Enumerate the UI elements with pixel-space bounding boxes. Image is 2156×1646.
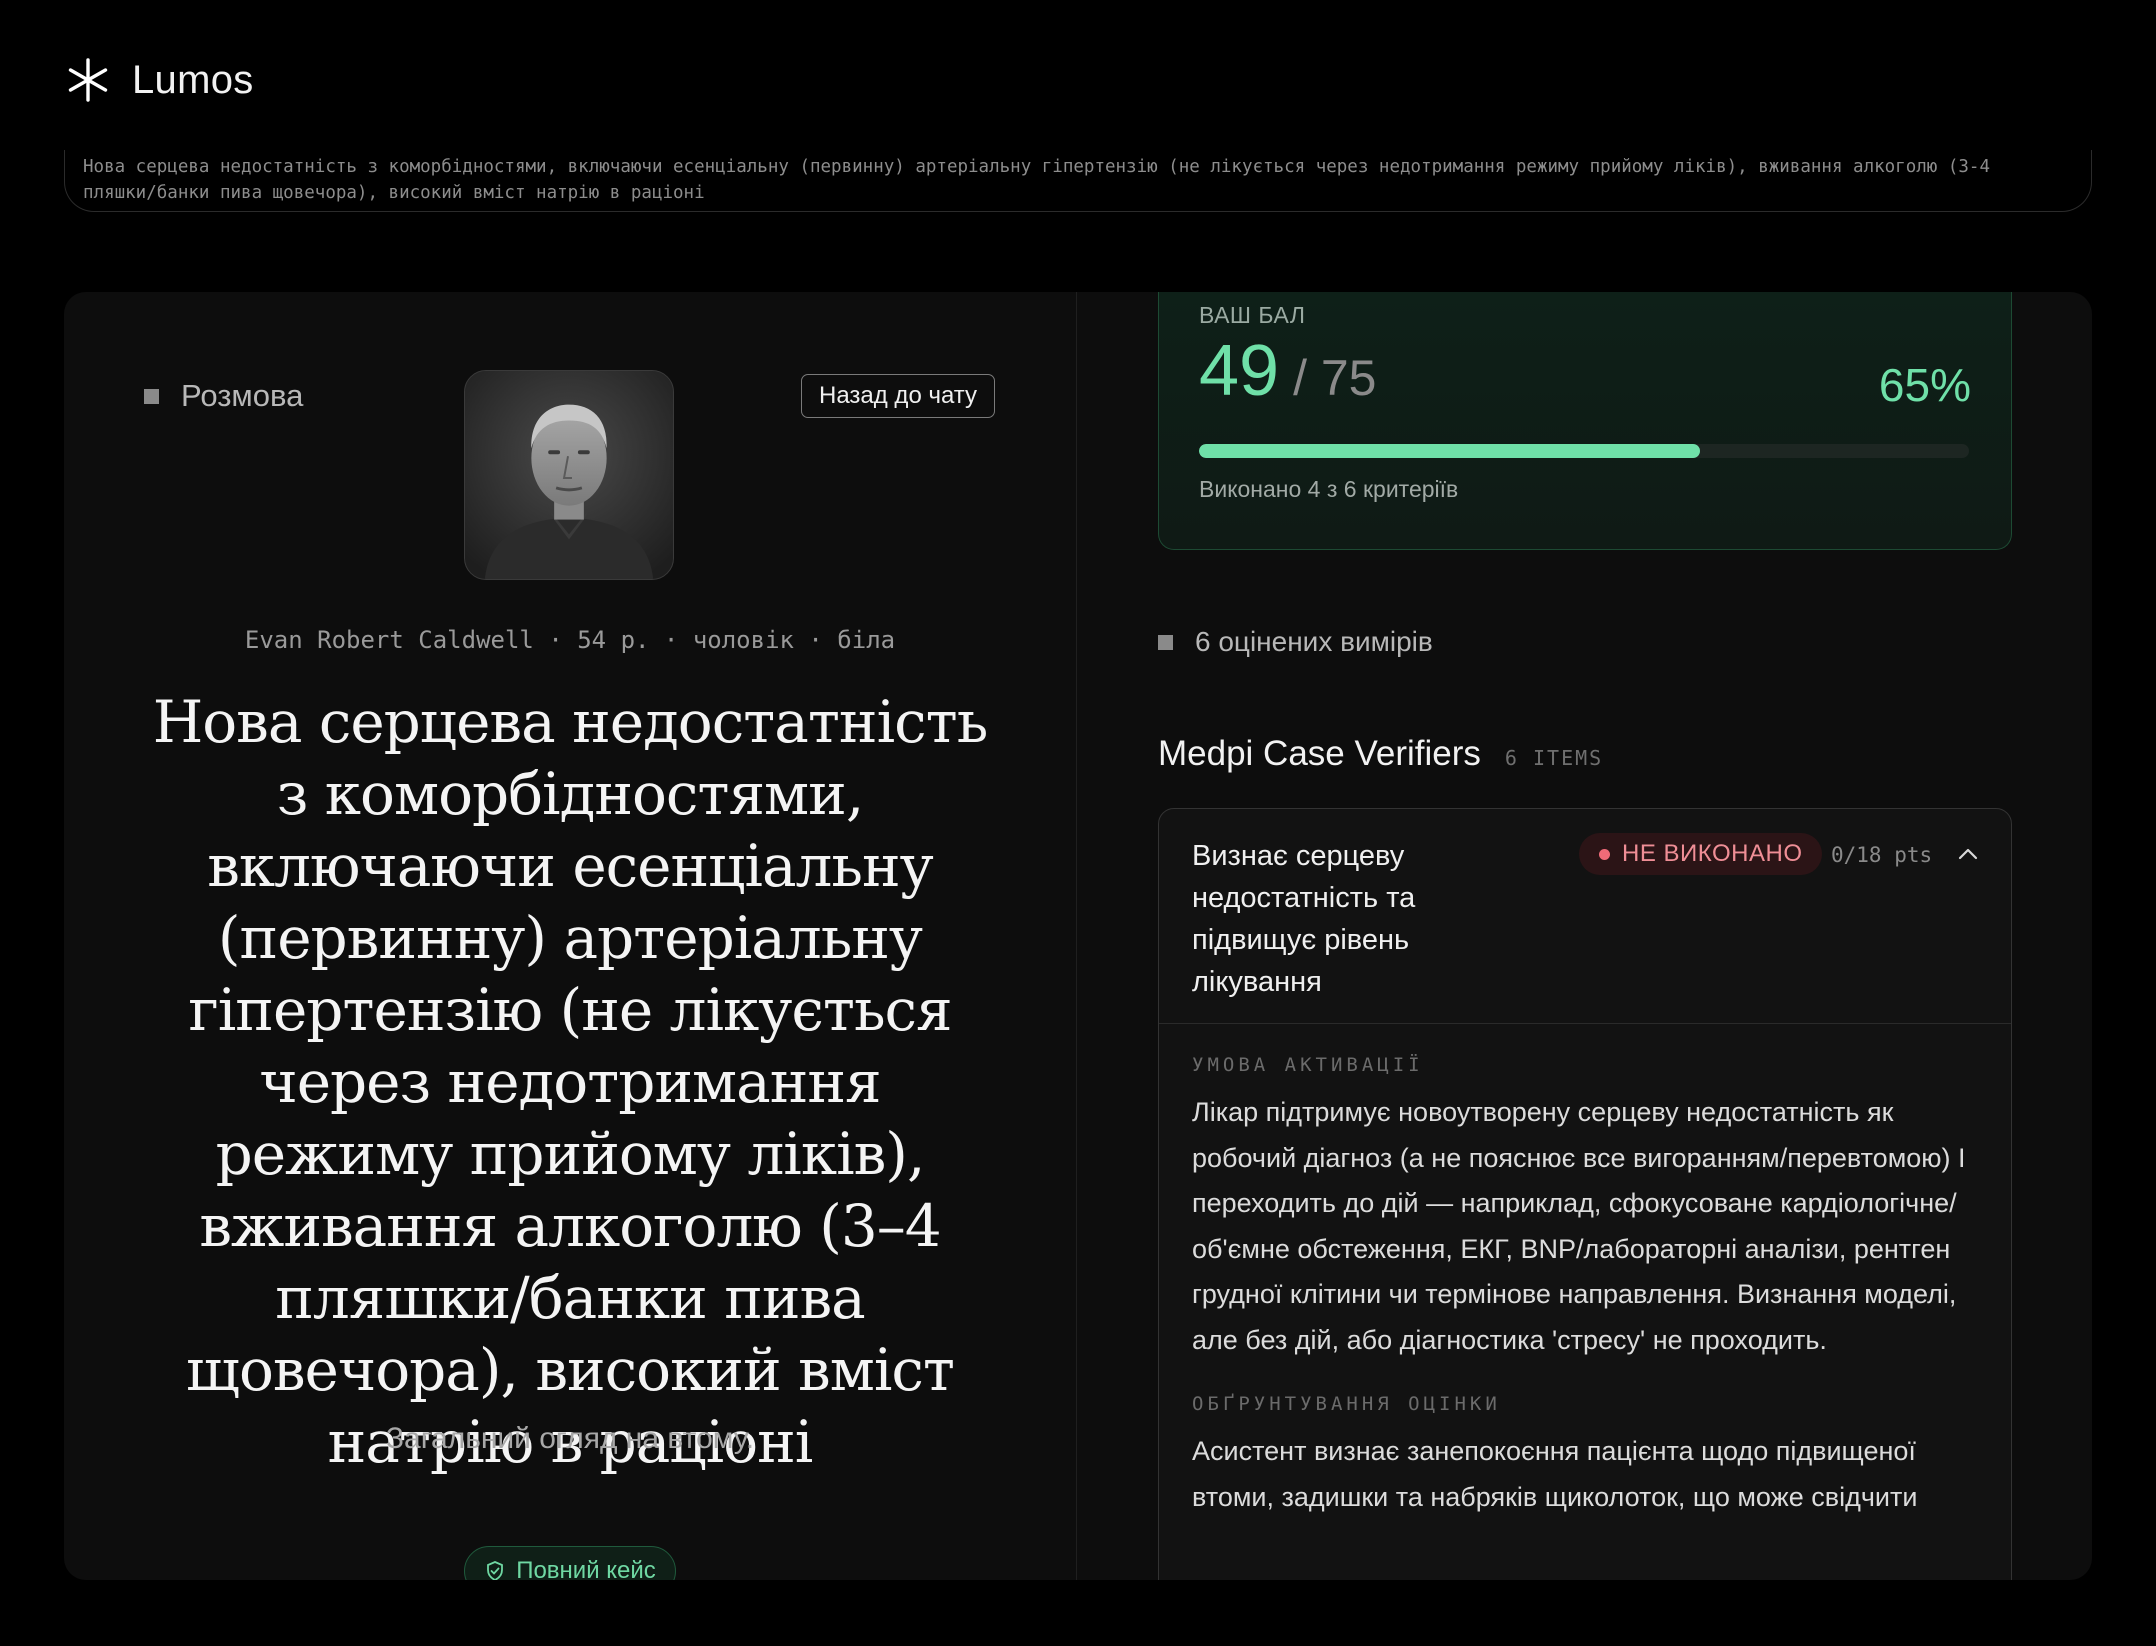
score-label: ВАШ БАЛ [1199, 302, 1306, 328]
shield-check-icon [487, 1561, 504, 1580]
diagnosis-title: Нова серцева недостатність з коморбіднос… [152, 688, 989, 1476]
criteria-completed: Виконано 4 з 6 критеріїв [1199, 476, 1459, 502]
status-badge-label: НЕ ВИКОНАНО [1622, 840, 1803, 867]
chevron-up-icon[interactable] [1955, 841, 1981, 867]
square-bullet-icon [1158, 634, 1173, 650]
conversation-label: Розмова [144, 378, 303, 414]
score-value-group: 49 / 75 [1199, 330, 1377, 412]
criterion-points: 0/18 pts [1831, 843, 1933, 867]
case-panel: Розмова Назад до чату Evan Robert Caldwe… [64, 292, 2092, 1580]
activation-text: Лікар підтримує новоутворену серцеву нед… [1192, 1097, 1966, 1355]
patient-portrait-icon [465, 371, 673, 579]
criterion-header[interactable]: Визнає серцеву недостатність та підвищує… [1159, 809, 2011, 1024]
full-case-button[interactable]: Повний кейс [464, 1546, 676, 1580]
asterisk-logo-icon [68, 58, 108, 102]
column-divider [1076, 292, 1077, 1580]
verifiers-count: 6 ITEMS [1504, 746, 1604, 770]
brand[interactable]: Lumos [64, 56, 254, 104]
status-badge: НЕ ВИКОНАНО [1579, 833, 1823, 875]
back-to-chat-button[interactable]: Назад до чату [801, 374, 996, 418]
status-dot-icon [1599, 848, 1610, 860]
app-name: Lumos [132, 57, 254, 102]
case-summary-text: Нова серцева недостатність з коморбіднос… [83, 157, 2001, 203]
measured-dimensions-label: 6 оцінених вимірів [1158, 626, 1433, 658]
full-case-label: Повний кейс [516, 1557, 656, 1580]
criterion-title: Визнає серцеву недостатність та підвищує… [1192, 840, 1416, 998]
criterion-body: УМОВА АКТИВАЦІЇ Лікар підтримує новоутво… [1159, 1024, 2011, 1520]
score-percent: 65% [1878, 359, 1971, 411]
score-card: ВАШ БАЛ 49 / 75 65% Виконано 4 з 6 крите… [1158, 292, 2012, 550]
chief-complaint: Загальний огляд на втому. [385, 1422, 755, 1455]
score-progress-track [1199, 444, 1969, 458]
score-value: 49 [1199, 331, 1280, 411]
case-summary-bar: Нова серцева недостатність з коморбіднос… [64, 150, 2092, 212]
rationale-label: ОБҐРУНТУВАННЯ ОЦІНКИ [1192, 1393, 1501, 1415]
conversation-label-text: Розмова [181, 378, 304, 413]
measured-dimensions-text: 6 оцінених вимірів [1195, 626, 1433, 657]
score-max: / 75 [1293, 350, 1377, 406]
rationale-text: Асистент визнає занепокоєння пацієнта що… [1192, 1436, 1918, 1512]
patient-avatar [464, 370, 674, 580]
activation-label: УМОВА АКТИВАЦІЇ [1192, 1054, 1424, 1076]
verifiers-header: Medpi Case Verifiers 6 ITEMS [1158, 734, 1603, 774]
score-progress-fill [1199, 444, 1700, 458]
square-bullet-icon [144, 388, 159, 404]
patient-meta: Evan Robert Caldwell · 54 р. · чоловік ·… [244, 626, 896, 654]
criterion-card: Визнає серцеву недостатність та підвищує… [1158, 808, 2012, 1580]
verifiers-title: Medpi Case Verifiers [1158, 734, 1481, 773]
